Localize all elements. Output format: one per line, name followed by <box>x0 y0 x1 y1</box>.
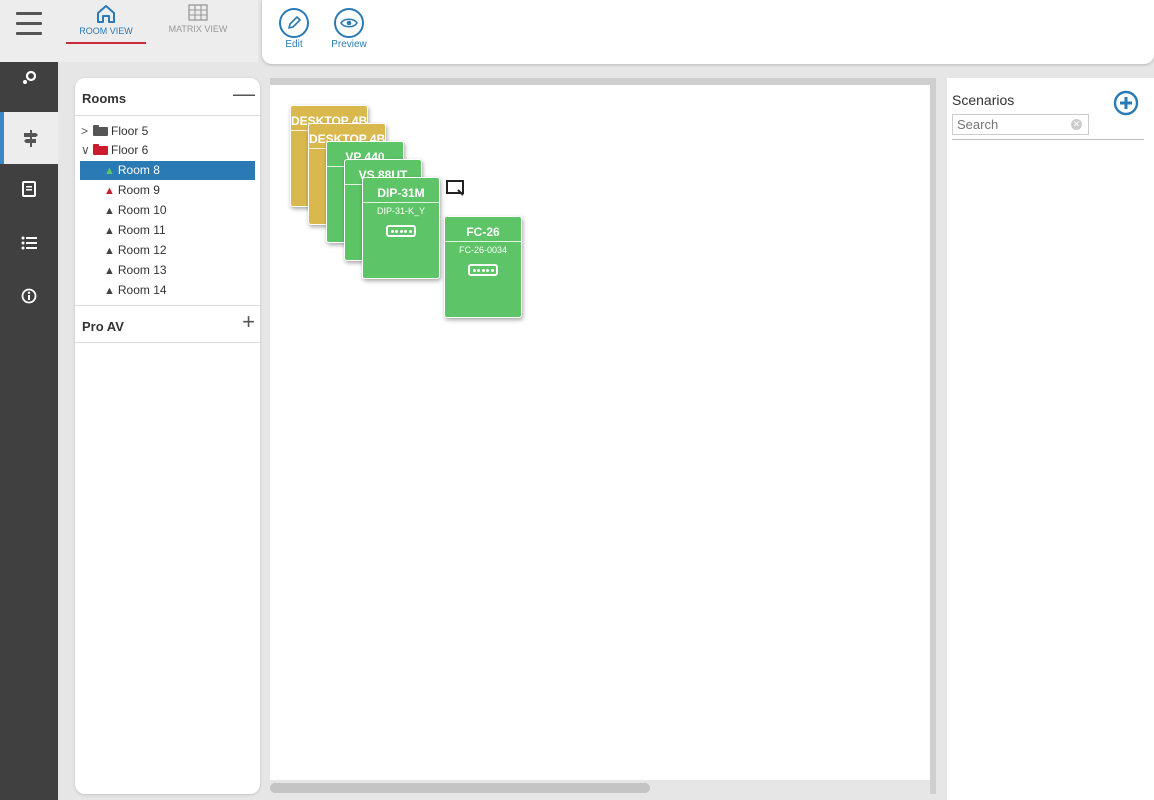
horizontal-scrollbar[interactable] <box>270 780 930 794</box>
room-canvas[interactable]: DESKTOP 4B DESKTOP 4B VP 440 Kr VS 88UT … <box>270 78 936 794</box>
house-icon: ▲ <box>104 265 115 277</box>
proav-title: Pro AV <box>82 319 124 334</box>
folder-icon <box>93 125 108 136</box>
scenario-search-input[interactable] <box>952 114 1089 135</box>
tab-matrix-view-label: MATRIX VIEW <box>168 24 228 34</box>
tree-floor-5[interactable]: > Floor 5 <box>81 122 148 141</box>
collapse-caret-icon[interactable]: ∨ <box>81 141 93 160</box>
tree-room-9[interactable]: ▲ Room 9 <box>104 181 160 200</box>
rooms-tree-panel: Rooms — > Floor 5 ∨ Floor 6 ▲ Room 8 ▲ Room … <box>75 78 260 794</box>
rooms-title: Rooms <box>82 91 127 106</box>
folder-icon <box>93 144 108 155</box>
tree-room-13[interactable]: ▲ Room 13 <box>104 261 167 280</box>
expand-caret-icon[interactable]: > <box>81 122 93 141</box>
house-icon: ▲ <box>104 245 115 257</box>
tree-room-10[interactable]: ▲ Room 10 <box>104 201 167 220</box>
select-area-icon[interactable] <box>446 180 466 198</box>
device-card-fc-26[interactable]: FC-26 FC-26-0034 <box>444 216 522 318</box>
connector-port-icon <box>468 264 498 276</box>
list-icon[interactable] <box>0 217 58 269</box>
edit-button[interactable]: Edit <box>276 8 312 50</box>
scenarios-panel: Scenarios ✕ <box>947 78 1154 800</box>
clear-search-icon[interactable]: ✕ <box>1071 119 1082 130</box>
device-name: DIP-31M <box>363 178 439 203</box>
preview-label: Preview <box>331 39 367 50</box>
tab-room-view[interactable]: ROOM VIEW <box>66 4 146 36</box>
room-label: Room 9 <box>117 183 160 197</box>
device-name: FC-26 <box>445 217 521 242</box>
active-tab-underline <box>66 42 146 44</box>
room-label: Room 12 <box>117 243 167 257</box>
room-label: Room 10 <box>117 203 167 217</box>
collapse-button[interactable]: — <box>233 82 255 106</box>
scrollbar-thumb[interactable] <box>270 783 650 793</box>
add-scenario-icon[interactable] <box>1113 90 1139 116</box>
tab-matrix-view[interactable]: MATRIX VIEW <box>158 4 238 34</box>
tab-room-view-label: ROOM VIEW <box>79 26 133 36</box>
tree-room-14[interactable]: ▲ Room 14 <box>104 281 167 300</box>
edit-label: Edit <box>285 39 303 50</box>
floor-label: Floor 5 <box>111 124 149 138</box>
tree-floor-6[interactable]: ∨ Floor 6 <box>81 141 148 160</box>
proav-section-header: Pro AV + <box>75 305 260 343</box>
room-label: Room 11 <box>117 223 166 237</box>
scenarios-title: Scenarios <box>952 92 1015 108</box>
device-card-dip-31m[interactable]: DIP-31M DIP-31-K_Y <box>362 177 440 279</box>
room-label: Room 14 <box>117 283 167 297</box>
room-label: Room 8 <box>117 163 160 177</box>
device-id: FC-26-0034 <box>458 245 508 255</box>
divider <box>952 139 1144 140</box>
add-proav-button[interactable]: + <box>242 310 255 334</box>
floor-label: Floor 6 <box>111 143 149 157</box>
info-icon[interactable] <box>0 270 58 322</box>
tree-room-11[interactable]: ▲ Room 11 <box>104 221 166 240</box>
room-label: Room 13 <box>117 263 167 277</box>
connector-port-icon <box>386 225 416 237</box>
tree-room-8[interactable]: ▲ Room 8 <box>80 161 255 180</box>
device-id: DIP-31-K_Y <box>376 206 426 216</box>
rooms-section-header: Rooms — <box>75 78 260 116</box>
eye-icon <box>334 8 364 38</box>
signpost-icon[interactable] <box>0 112 58 164</box>
document-icon[interactable] <box>0 163 58 215</box>
house-icon: ▲ <box>104 185 115 197</box>
house-icon: ▲ <box>104 225 115 237</box>
home-icon <box>97 5 115 23</box>
pencil-icon <box>279 8 309 38</box>
toolbar: Edit Preview <box>262 0 1154 64</box>
house-icon: ▲ <box>104 285 115 297</box>
house-icon: ▲ <box>104 205 115 217</box>
grid-icon <box>188 4 208 21</box>
tree-room-12[interactable]: ▲ Room 12 <box>104 241 167 260</box>
view-tabs: ROOM VIEW MATRIX VIEW <box>58 0 258 62</box>
preview-button[interactable]: Preview <box>326 8 372 50</box>
left-rail <box>0 0 58 800</box>
gears-icon[interactable] <box>0 52 58 104</box>
house-icon: ▲ <box>104 165 115 177</box>
